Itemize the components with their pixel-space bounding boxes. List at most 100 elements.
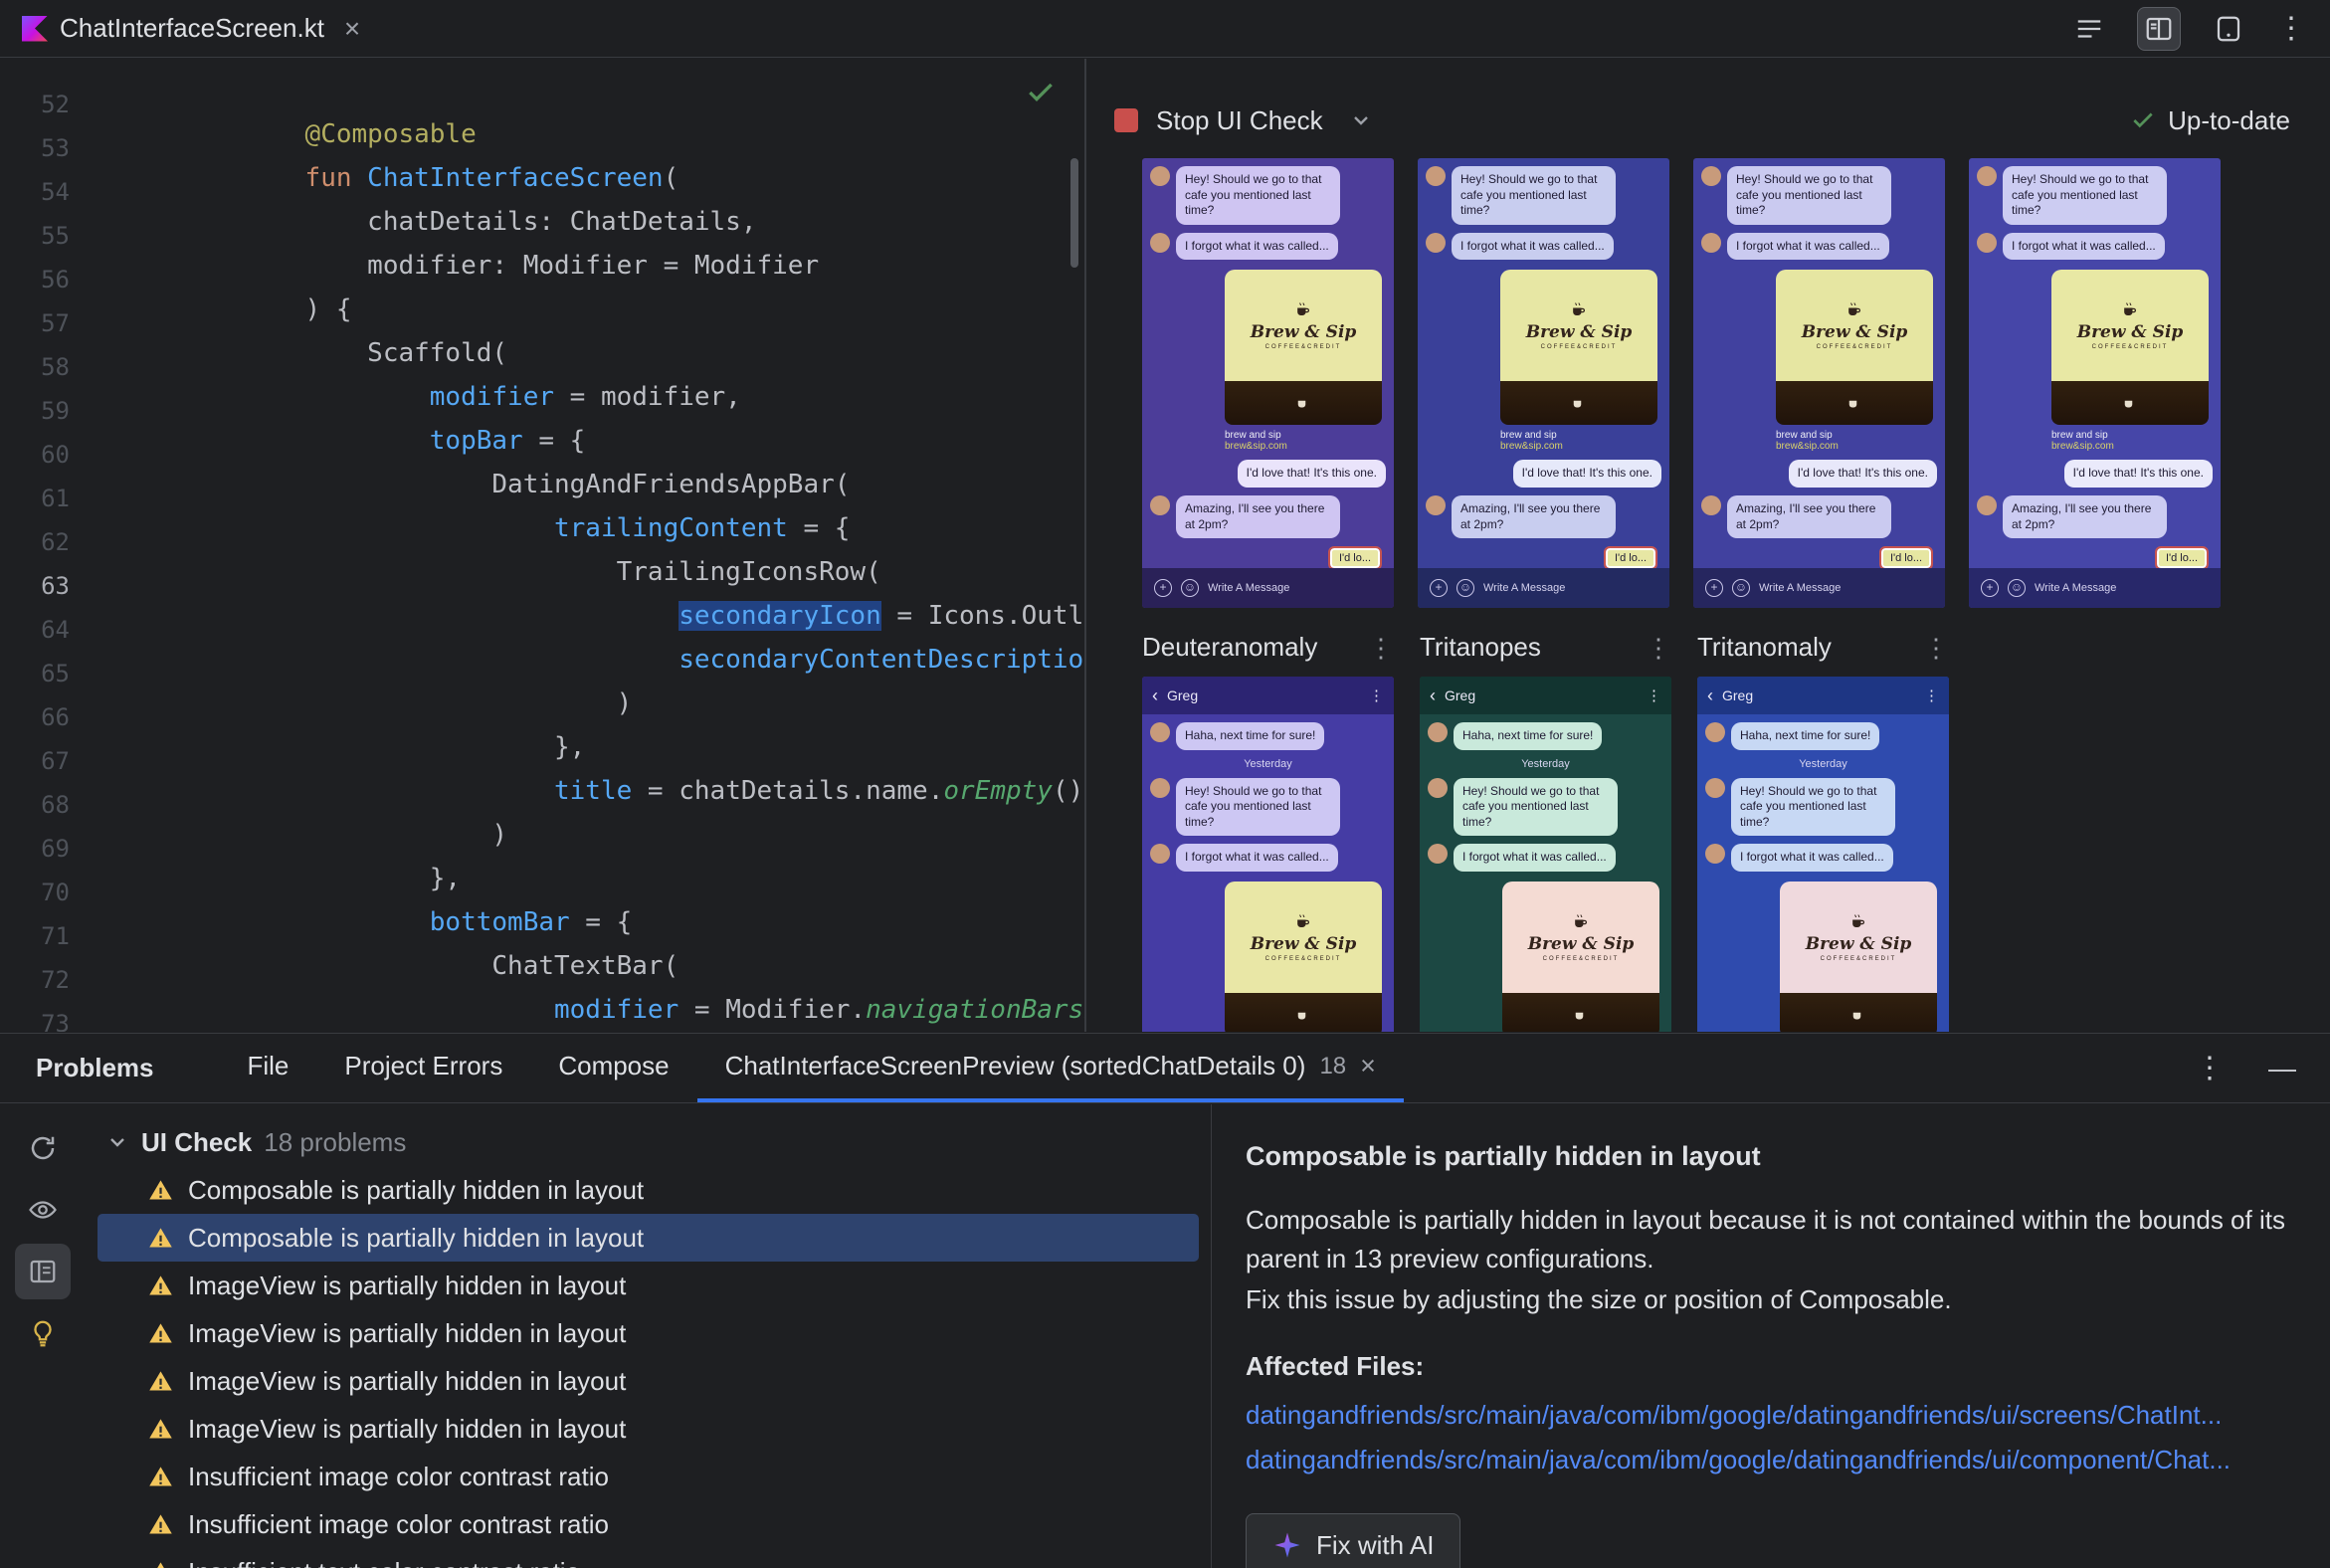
minimize-icon[interactable]: — [2268,1053,2296,1084]
code-editor[interactable]: 52 @Composable 53 fun ChatInterfaceScree… [0,59,1084,1032]
problems-tree: UI Check 18 problems Composable is parti… [86,1104,1212,1568]
problem-row[interactable]: Composable is partially hidden in layout [97,1166,1199,1214]
card-brand: Brew & Sip [2076,322,2184,343]
link-preview-card: Brew & Sip COFFEE&CREDIT [1225,881,1382,1032]
warning-icon [149,1513,172,1533]
card-link-url[interactable]: brew&sip.com [2051,441,2209,452]
fix-with-ai-label: Fix with AI [1316,1529,1435,1560]
chat-bubble: Hey! Should we go to that cafe you menti… [1176,166,1340,225]
coffee-photo [1502,992,1659,1032]
line-number: 70 [41,879,70,906]
chat-preview-phone[interactable]: Hey! Should we go to that cafe you menti… [1693,158,1945,608]
panel-tab[interactable]: Project Errors [316,1034,530,1102]
message-row: I forgot what it was called... [1426,232,1661,261]
problem-row[interactable]: ImageView is partially hidden in layout [97,1357,1199,1405]
lightbulb-icon[interactable] [15,1305,71,1361]
preview-menu-icon[interactable]: ⋮ [1646,635,1671,661]
chat-preview-phone[interactable]: Hey! Should we go to that cafe you menti… [1969,158,2221,608]
more-options-icon[interactable]: ⋮ [2276,13,2306,44]
fix-with-ai-button[interactable]: Fix with AI [1246,1512,1461,1568]
chat-header: ‹ Greg ⋮ [1697,677,1949,714]
message-row: I forgot what it was called... [1701,232,1937,261]
problems-panel: Problems File Project Errors Compose Cha… [0,1033,2330,1568]
ui-check-group-header[interactable]: UI Check 18 problems [86,1118,1211,1166]
flag-row: I'd lo... [1969,546,2210,571]
toolbar-actions: ⋮ [2067,6,2306,51]
affected-file-link[interactable]: datingandfriends/src/main/java/com/ibm/g… [1246,1441,2294,1479]
problem-row[interactable]: Insufficient text color contrast ratio [97,1548,1199,1568]
ai-spark-icon [1274,1532,1300,1558]
message-row: Hey! Should we go to that cafe you menti… [1426,166,1661,225]
tab-close-icon[interactable]: × [1360,1051,1376,1081]
avatar [1426,166,1446,186]
stop-ui-check-button[interactable]: Stop UI Check [1156,105,1323,136]
show-details-icon[interactable] [15,1244,71,1299]
problem-row[interactable]: Insufficient image color contrast ratio [97,1500,1199,1548]
line-number: 56 [41,266,70,294]
avatar [1150,722,1170,742]
preview-menu-icon[interactable]: ⋮ [1923,635,1949,661]
avatar [1701,166,1721,186]
link-preview-card: Brew & Sip COFFEE&CREDIT [1780,881,1937,1032]
message-row: I forgot what it was called... [1150,844,1386,872]
problem-row[interactable]: ImageView is partially hidden in layout [97,1405,1199,1453]
coffee-logo-area: Brew & Sip COFFEE&CREDIT [1776,270,1933,382]
chat-preview-phone[interactable]: ‹ Greg ⋮ Haha, next time for sure! Yeste… [1420,677,1671,1032]
line-number: 52 [41,91,70,118]
preview-cell: Tritanomaly ⋮ ‹ Greg ⋮ Haha, next time f… [1697,632,1949,1032]
avatar [1150,166,1170,186]
tab-close-icon[interactable]: × [344,13,360,45]
chat-header: ‹ Greg ⋮ [1142,677,1394,714]
avatar [1705,844,1725,865]
card-link-url[interactable]: brew&sip.com [1225,441,1382,452]
preview-menu-icon[interactable]: ⋮ [1368,635,1394,661]
chat-preview-phone[interactable]: Hey! Should we go to that cafe you menti… [1142,158,1394,608]
warning-icon [149,1322,172,1342]
details-description: Composable is partially hidden in layout… [1246,1204,2285,1274]
panel-tab[interactable]: File [220,1034,317,1102]
chat-preview-phone[interactable]: ‹ Greg ⋮ Haha, next time for sure! Yeste… [1142,677,1394,1032]
chevron-down-icon[interactable] [1349,108,1373,132]
chat-bubble: Hey! Should we go to that cafe you menti… [1731,777,1895,837]
card-link-url[interactable]: brew&sip.com [1500,441,1657,452]
refresh-icon[interactable] [15,1120,71,1176]
chat-menu-icon: ⋮ [1647,687,1661,704]
affected-file-link[interactable]: datingandfriends/src/main/java/com/ibm/g… [1246,1396,2294,1435]
problem-row[interactable]: Insufficient image color contrast ratio [97,1453,1199,1500]
chat-preview-phone[interactable]: ‹ Greg ⋮ Haha, next time for sure! Yeste… [1697,677,1949,1032]
card-tagline: COFFEE&CREDIT [1540,344,1618,351]
avatar [1150,844,1170,865]
chat-contact-name: Greg [1167,687,1199,703]
message-row: Hey! Should we go to that cafe you menti… [1977,166,2213,225]
structure-view-icon[interactable] [2067,7,2111,51]
coffee-logo-area: Brew & Sip COFFEE&CREDIT [1225,881,1382,993]
problem-row[interactable]: Composable is partially hidden in layout [97,1214,1199,1262]
editor-tab[interactable]: ChatInterfaceScreen.kt × [0,0,380,57]
panel-tab[interactable]: Compose [530,1034,696,1102]
line-number: 60 [41,441,70,469]
ui-check-device-icon[interactable] [2207,7,2250,51]
message-row: I'd love that! It's this one. [1977,460,2213,488]
preview-eye-icon[interactable] [15,1182,71,1238]
chat-preview-phone[interactable]: Hey! Should we go to that cafe you menti… [1418,158,1669,608]
problem-row[interactable]: ImageView is partially hidden in layout [97,1309,1199,1357]
message-row: I'd love that! It's this one. [1426,460,1661,488]
problem-row[interactable]: ImageView is partially hidden in layout [97,1262,1199,1309]
ui-check-flagged-element: I'd lo... [2154,546,2210,571]
line-number: 66 [41,703,70,731]
no-errors-check-icon[interactable] [1025,77,1057,115]
panel-options-icon[interactable]: ⋮ [2195,1053,2225,1083]
chat-contact-name: Greg [1722,687,1754,703]
build-status: Up-to-date [2130,105,2290,136]
main-area: 52 @Composable 53 fun ChatInterfaceScree… [0,59,2330,1032]
problem-text: ImageView is partially hidden in layout [188,1413,627,1444]
chat-menu-icon: ⋮ [1369,687,1384,704]
split-editor-preview-icon[interactable] [2137,6,2181,51]
link-preview-card: Brew & Sip COFFEE&CREDIT brew and sip br… [1776,270,1933,452]
panel-tab[interactable]: ChatInterfaceScreenPreview (sortedChatDe… [696,1034,1404,1102]
chat-bubble: Hey! Should we go to that cafe you menti… [1452,166,1616,225]
card-tagline: COFFEE&CREDIT [2091,344,2169,351]
message-row: Hey! Should we go to that cafe you menti… [1705,777,1941,837]
editor-scrollbar[interactable] [1070,158,1078,268]
card-link-url[interactable]: brew&sip.com [1776,441,1933,452]
